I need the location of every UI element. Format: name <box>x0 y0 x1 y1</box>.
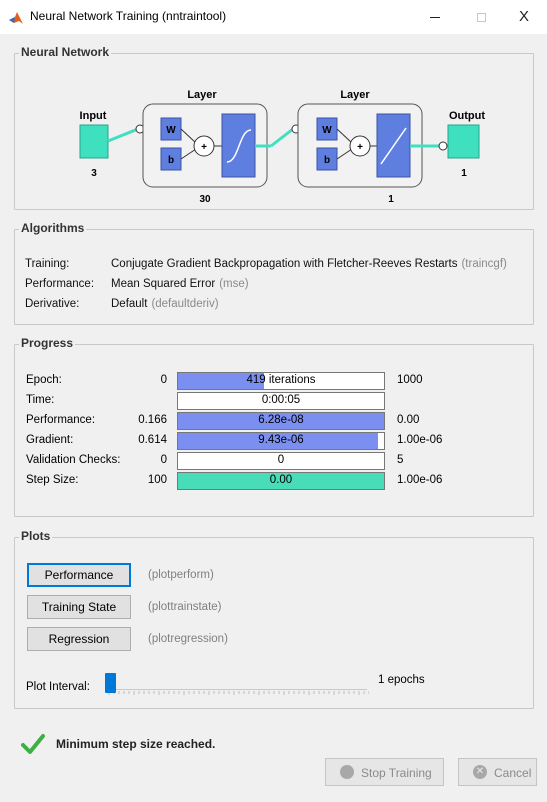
status-message: Minimum step size reached. <box>56 737 216 751</box>
window-title: Neural Network Training (nntraintool) <box>30 9 227 23</box>
close-button[interactable]: X <box>501 0 547 34</box>
progress-max: 1.00e-06 <box>397 434 443 446</box>
progress-min: 0 <box>160 374 167 386</box>
minimize-button[interactable] <box>412 0 458 34</box>
cancel-icon: ✕ <box>473 765 487 779</box>
progress-bar: 0 <box>177 452 385 470</box>
progress-row-epoch: Epoch: 0 419 iterations 1000 <box>15 372 535 390</box>
stop-training-label: Stop Training <box>361 766 432 780</box>
progress-row-gradient: Gradient: 0.614 9.43e-06 1.00e-06 <box>15 432 535 450</box>
layer-link-arrow <box>270 127 294 148</box>
plots-panel: Plots Performance (plotperform) Training… <box>14 529 534 709</box>
progress-value: 419 iterations <box>246 374 316 386</box>
progress-max: 5 <box>397 454 404 466</box>
output-label: Output <box>449 110 485 122</box>
progress-row-step-size: Step Size: 100 0.00 1.00e-06 <box>15 472 535 490</box>
slider-ticks <box>108 691 369 695</box>
progress-label: Performance: <box>26 414 96 426</box>
training-state-plot-button[interactable]: Training State <box>27 595 131 619</box>
progress-bar: 0:00:05 <box>177 392 385 410</box>
progress-min: 0.166 <box>138 414 167 426</box>
progress-value: 6.28e-08 <box>258 414 304 426</box>
cancel-button[interactable]: ✕ Cancel <box>458 758 537 786</box>
plot-function-label: (plotregression) <box>148 633 228 645</box>
network-diagram: Input 3 Layer W b + 30 Layer W b + 1 Out… <box>79 89 485 205</box>
layer1-b-label: b <box>168 155 174 166</box>
layer2-sum-label: + <box>357 142 363 153</box>
output-node <box>438 141 448 151</box>
layer1-title: Layer <box>187 89 217 101</box>
plot-function-label: (plottrainstate) <box>148 601 222 613</box>
progress-value: 0.00 <box>269 474 293 486</box>
progress-label: Time: <box>26 394 55 406</box>
progress-value: 0 <box>277 454 285 466</box>
input-label: Input <box>80 110 107 122</box>
progress-value: 0:00:05 <box>261 394 301 406</box>
layer2-title: Layer <box>340 89 370 101</box>
layer1-size: 30 <box>199 194 211 205</box>
progress-row-time: Time: 0:00:05 <box>15 392 535 410</box>
progress-min: 100 <box>147 474 167 486</box>
algorithms-panel: Algorithms Training: Conjugate Gradient … <box>14 221 534 325</box>
panel-title: Progress <box>19 336 76 350</box>
plot-interval-slider[interactable] <box>105 669 369 699</box>
progress-min: 0.614 <box>138 434 167 446</box>
progress-label: Gradient: <box>26 434 74 446</box>
progress-bar: 6.28e-08 <box>177 412 385 430</box>
stop-training-button[interactable]: Stop Training <box>325 758 444 786</box>
progress-panel: Progress Epoch: 0 419 iterations 1000 Time: 0… <box>14 336 535 517</box>
matlab-icon <box>9 12 23 24</box>
progress-row-validation-checks: Validation Checks: 0 0 5 <box>15 452 535 470</box>
algorithm-key: Derivative: <box>25 298 80 310</box>
maximize-button[interactable] <box>458 0 504 34</box>
progress-min: 0 <box>160 454 167 466</box>
algorithm-value: Conjugate Gradient Backpropagation with … <box>111 258 507 270</box>
output-block <box>447 124 480 159</box>
progress-bar: 419 iterations <box>177 372 385 390</box>
cancel-label: Cancel <box>494 766 532 780</box>
stop-icon <box>340 765 354 779</box>
input-size: 3 <box>91 168 97 179</box>
layer2-w-label: W <box>322 125 332 136</box>
progress-label: Validation Checks: <box>26 454 121 466</box>
algorithm-value: Default (defaultderiv) <box>111 298 219 310</box>
progress-bar: 0.00 <box>177 472 385 490</box>
progress-max: 1000 <box>397 374 423 386</box>
algorithm-key: Training: <box>25 258 70 270</box>
layer1-sum-label: + <box>201 142 207 153</box>
progress-label: Step Size: <box>26 474 79 486</box>
checkmark-icon <box>21 734 45 754</box>
maximize-icon <box>476 12 486 22</box>
plot-interval-label: Plot Interval: <box>26 681 90 693</box>
panel-title: Plots <box>19 529 53 543</box>
input-block <box>79 124 109 159</box>
progress-label: Epoch: <box>26 374 62 386</box>
panel-title: Algorithms <box>19 221 87 235</box>
output-size: 1 <box>461 168 467 179</box>
progress-max: 0.00 <box>397 414 420 426</box>
layer2-size: 1 <box>388 194 394 205</box>
performance-plot-button[interactable]: Performance <box>27 563 131 587</box>
neural-network-panel: Neural Network Input 3 Layer W b + 30 La… <box>14 45 534 210</box>
progress-bar: 9.43e-06 <box>177 432 385 450</box>
layer2-b-label: b <box>324 155 330 166</box>
algorithm-key: Performance: <box>25 278 95 290</box>
algorithm-value: Mean Squared Error (mse) <box>111 278 249 290</box>
progress-row-performance: Performance: 0.166 6.28e-08 0.00 <box>15 412 535 430</box>
plot-interval-value: 1 epochs <box>378 674 425 686</box>
input-arrow <box>107 127 139 143</box>
regression-plot-button[interactable]: Regression <box>27 627 131 651</box>
plot-function-label: (plotperform) <box>148 569 214 581</box>
slider-thumb[interactable] <box>105 673 116 693</box>
progress-value: 9.43e-06 <box>258 434 304 446</box>
title-bar: Neural Network Training (nntraintool) X <box>0 0 547 34</box>
progress-max: 1.00e-06 <box>397 474 443 486</box>
layer1-w-label: W <box>166 125 176 136</box>
minimize-icon <box>430 16 440 18</box>
